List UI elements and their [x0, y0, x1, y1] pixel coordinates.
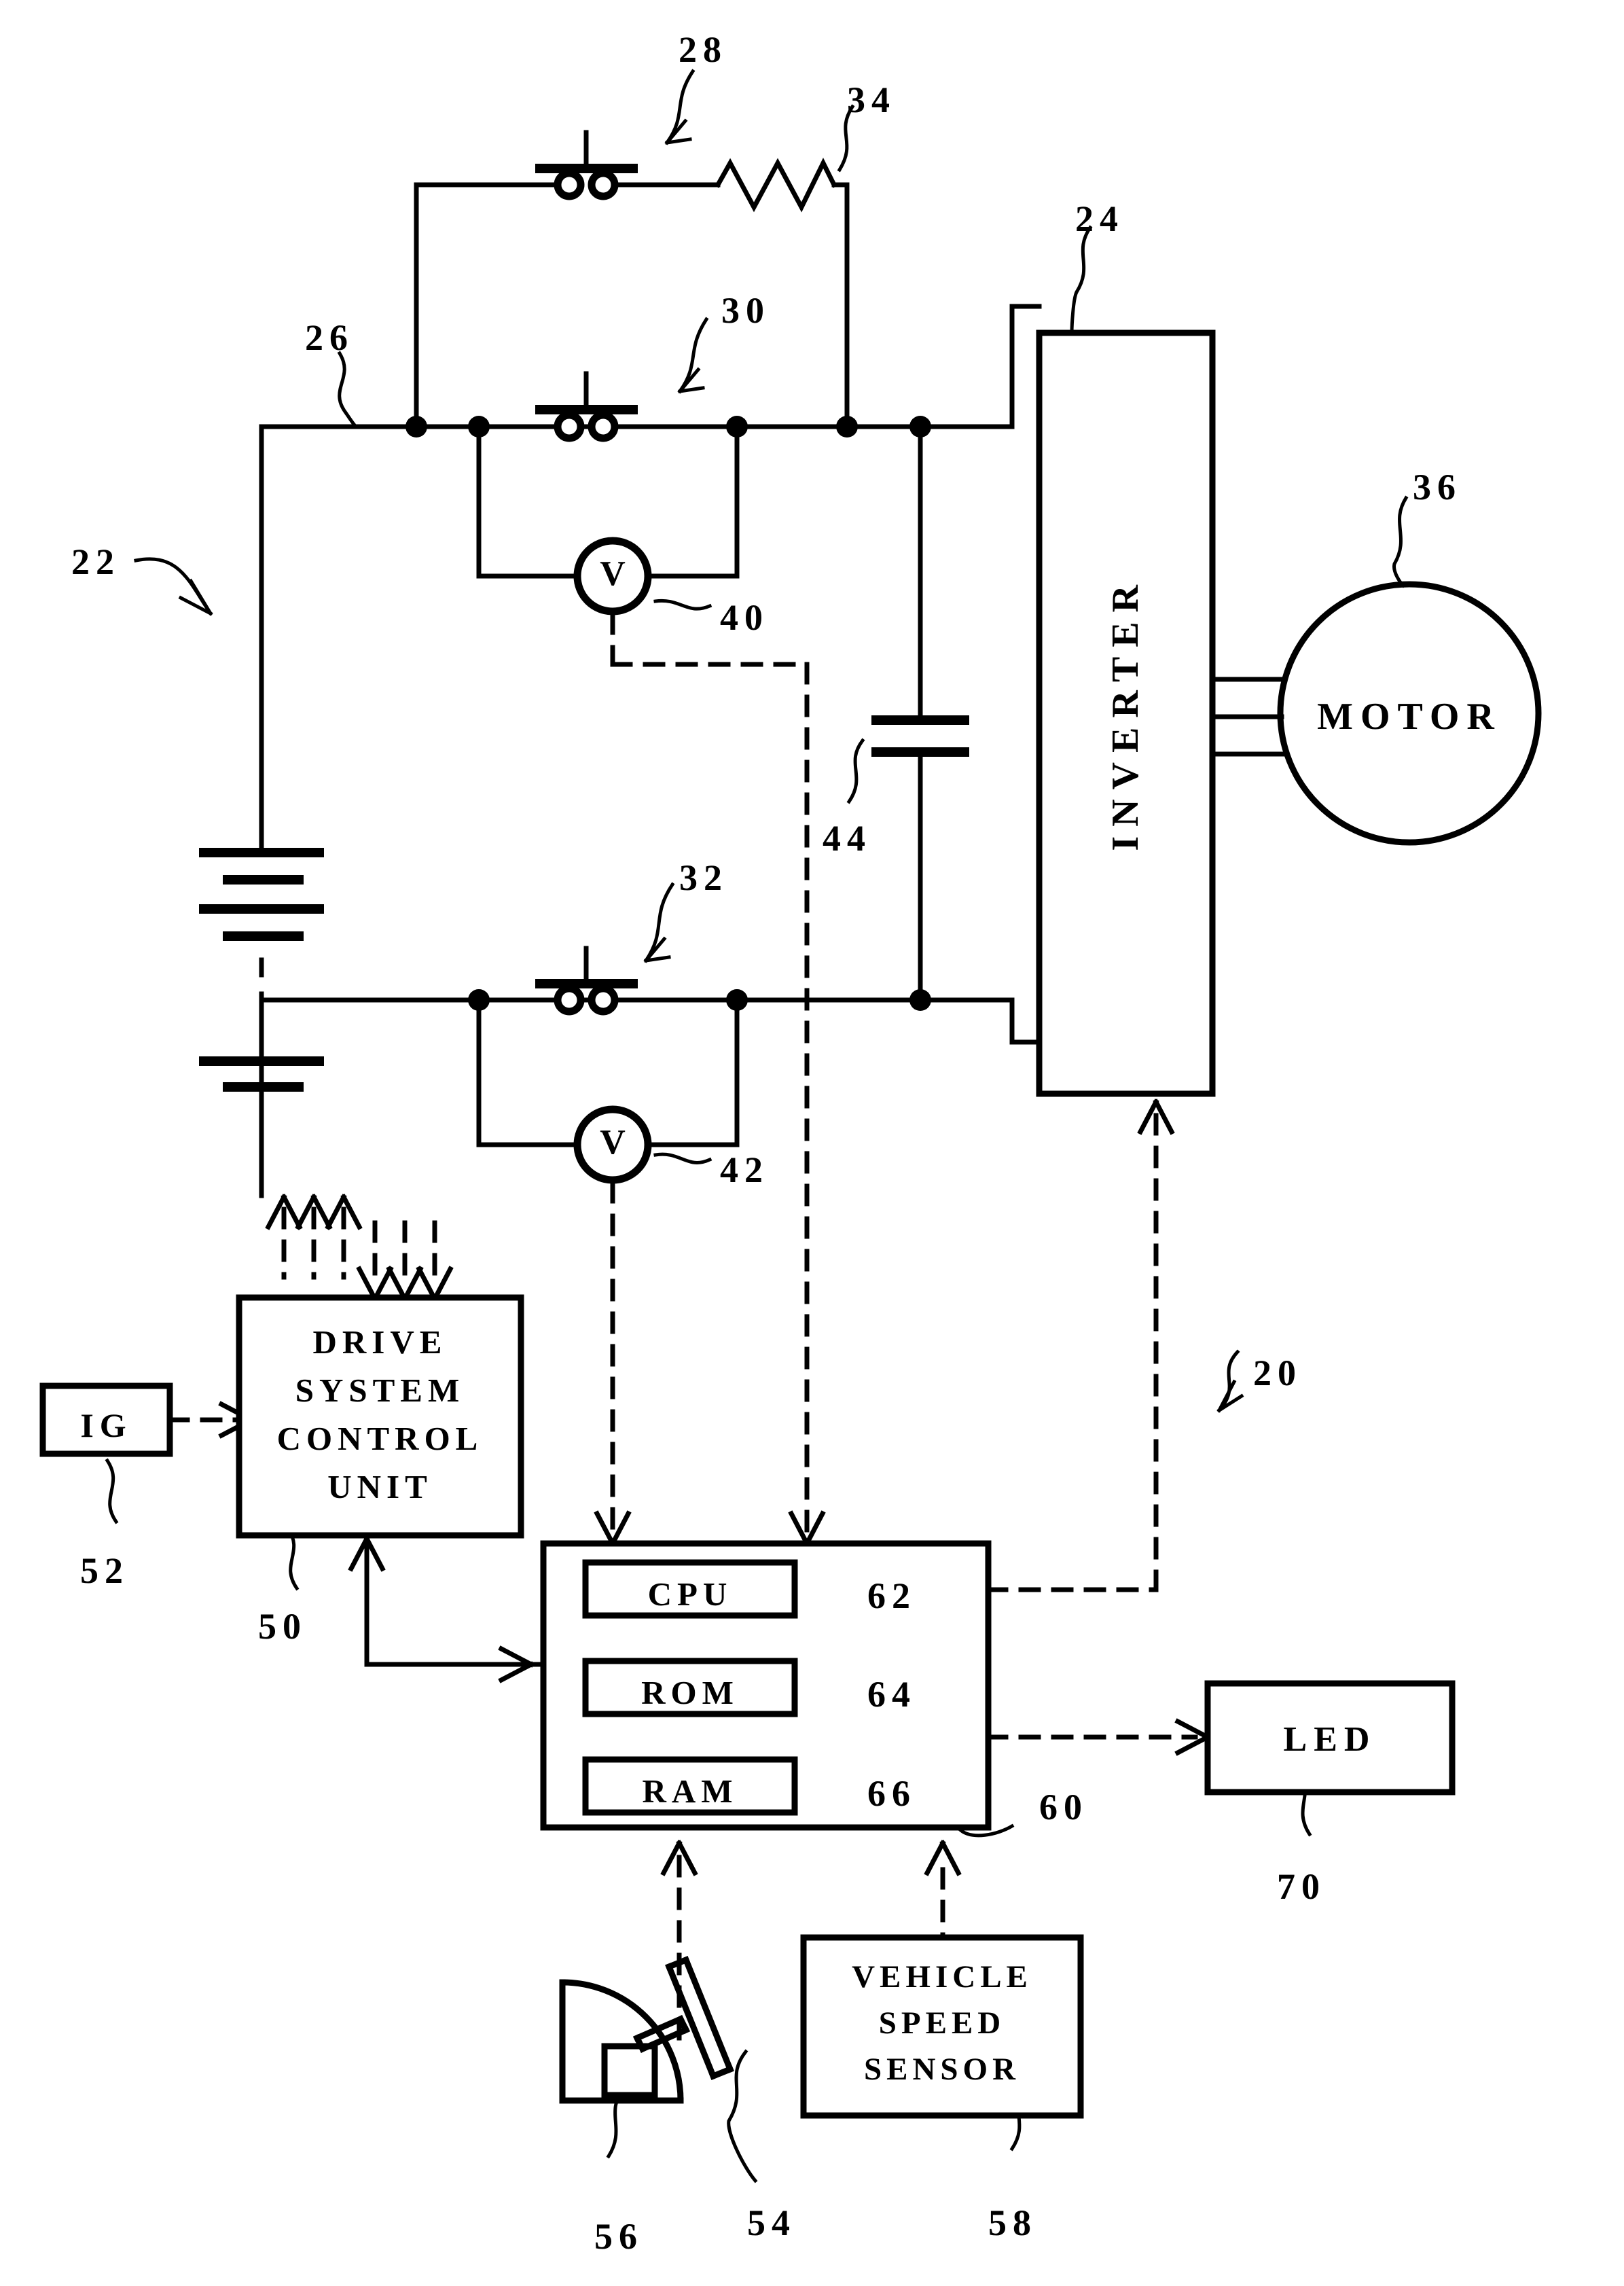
voltmeter-lower-label: V [600, 1123, 626, 1162]
motor-three-phase-bars [1210, 677, 1286, 757]
voltmeter-upper-label: V [600, 554, 626, 593]
ref-64: 64 [867, 1674, 916, 1715]
vehicle-speed-sensor-label: VEHICLE SPEED SENSOR [852, 1959, 1032, 2088]
ref-24: 24 [1075, 198, 1124, 239]
patent-figure: INVERTER MOTOR DRIVE SYSTEM CONTROL UNIT… [0, 0, 1624, 2286]
ref-50: 50 [258, 1606, 307, 1647]
ref-26: 26 [305, 317, 354, 358]
inverter-label-text: INVERTER [1104, 575, 1147, 851]
ref-22: 22 [71, 541, 120, 582]
ref-28: 28 [679, 29, 727, 70]
ig-label: IG [80, 1406, 132, 1444]
precharge-branch [414, 158, 850, 429]
ref-42: 42 [720, 1149, 769, 1190]
ref-44: 44 [823, 818, 871, 859]
ref-70: 70 [1277, 1866, 1326, 1907]
rom-label: ROM [641, 1674, 739, 1711]
ref-30: 30 [721, 290, 770, 331]
ref-36: 36 [1413, 467, 1462, 507]
circuit-schematic [39, 69, 1542, 2183]
cpu-label: CPU [647, 1575, 733, 1613]
inverter-dc-feeders [1009, 304, 1042, 1045]
ref-40: 40 [720, 597, 769, 638]
ref-56: 56 [594, 2216, 643, 2257]
drive-control-unit-label: DRIVE SYSTEM CONTROL UNIT [276, 1323, 484, 1506]
dscu-to-ecu-line [348, 1535, 546, 1683]
motor-label: MOTOR [1317, 696, 1502, 738]
ref-66: 66 [867, 1773, 916, 1814]
ref-60: 60 [1039, 1787, 1088, 1827]
led-label: LED [1283, 1720, 1377, 1759]
ref-32: 32 [679, 857, 728, 898]
ref-20: 20 [1253, 1353, 1302, 1393]
ref-58: 58 [988, 2202, 1037, 2243]
ref-34: 34 [847, 79, 896, 120]
junction-dots [405, 416, 931, 1011]
ref-62: 62 [867, 1575, 916, 1616]
battery-symbol [199, 740, 324, 1198]
ref-54: 54 [747, 2202, 796, 2243]
ram-label: RAM [642, 1772, 738, 1810]
inverter-label: INVERTER [1039, 333, 1212, 1094]
accelerator-pedal-assembly [559, 1956, 734, 2104]
ref-52: 52 [80, 1550, 129, 1591]
smoothing-capacitor [871, 715, 969, 1003]
bus-to-inverter-positive [844, 424, 1015, 723]
